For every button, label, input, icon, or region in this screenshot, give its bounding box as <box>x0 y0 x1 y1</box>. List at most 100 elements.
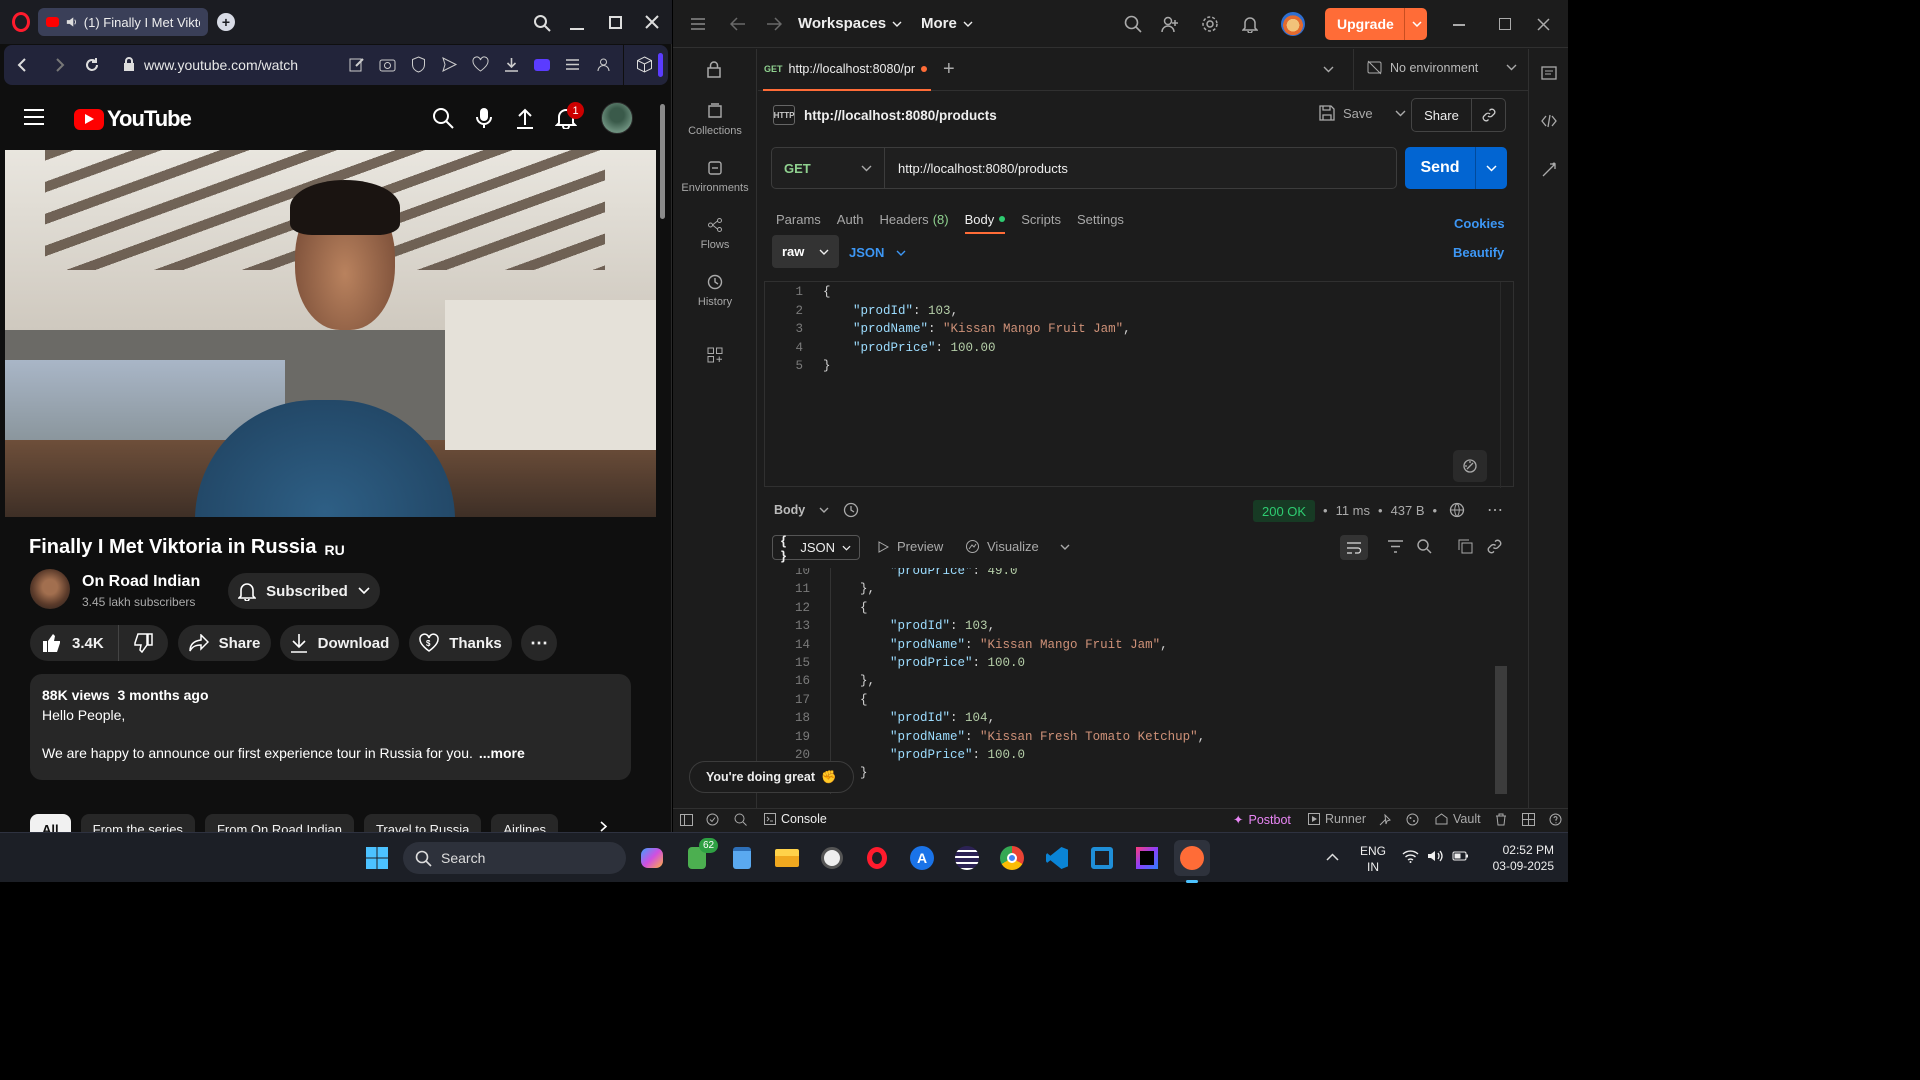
subscribed-button[interactable]: Subscribed <box>228 573 380 609</box>
show-hidden-icons[interactable] <box>1326 853 1339 861</box>
sidebar-lock-icon[interactable] <box>707 61 721 78</box>
help-icon[interactable] <box>1549 813 1562 826</box>
wrap-lines-button[interactable] <box>1340 535 1368 560</box>
nav-back-icon[interactable] <box>730 17 746 31</box>
vscode-icon[interactable] <box>1039 840 1075 876</box>
system-tray-group[interactable] <box>1402 849 1469 863</box>
response-time[interactable]: 11 ms <box>1336 503 1370 518</box>
opera-logo-icon[interactable] <box>12 12 30 32</box>
response-size[interactable]: 437 B <box>1391 503 1425 518</box>
intellij-icon[interactable] <box>1129 840 1165 876</box>
response-more-icon[interactable]: ⋯ <box>1487 500 1503 520</box>
pm-avatar[interactable] <box>1281 12 1305 36</box>
youtube-logo[interactable]: YouTube <box>74 106 192 132</box>
request-tab[interactable]: GET http://localhost:8080/pr <box>763 49 931 91</box>
new-request-tab-button[interactable]: + <box>943 58 955 81</box>
more-menu[interactable]: More <box>921 15 973 32</box>
chevron-down-icon[interactable] <box>1060 544 1070 550</box>
chip-all[interactable]: All <box>30 814 71 832</box>
tab-list-chevron-icon[interactable] <box>1323 66 1334 73</box>
search-tabs-icon[interactable] <box>533 14 551 32</box>
request-body-editor[interactable]: 1{2 "prodId": 103, 3 "prodName": "Kissan … <box>764 281 1514 488</box>
speaker-icon[interactable] <box>65 15 78 29</box>
response-history-icon[interactable] <box>843 502 859 518</box>
response-link-icon[interactable] <box>1487 539 1502 554</box>
start-button[interactable] <box>359 840 395 876</box>
environment-selector[interactable]: No environment <box>1367 60 1517 75</box>
sidebar-collections[interactable]: Collections <box>673 103 757 137</box>
toggle-sidebar-icon[interactable] <box>680 814 693 826</box>
copy-link-icon[interactable] <box>1471 99 1505 131</box>
maximize-button[interactable] <box>609 16 622 29</box>
find-replace-icon[interactable] <box>734 813 747 826</box>
back-icon[interactable] <box>16 58 28 72</box>
tab-auth[interactable]: Auth <box>837 212 864 227</box>
request-url-input[interactable] <box>885 160 1396 176</box>
upgrade-button[interactable]: Upgrade <box>1325 8 1427 40</box>
download-button[interactable]: Download <box>280 625 399 661</box>
tab-settings[interactable]: Settings <box>1077 212 1124 227</box>
app-menu-icon[interactable] <box>691 18 705 30</box>
pm-close-button[interactable] <box>1537 18 1550 31</box>
chrome-icon[interactable] <box>994 840 1030 876</box>
chip-airlines[interactable]: Airlines <box>491 814 559 832</box>
response-scrollbar-thumb[interactable] <box>1495 666 1507 794</box>
file-explorer-icon[interactable] <box>769 840 805 876</box>
trash-icon[interactable] <box>1495 813 1507 826</box>
workspaces-menu[interactable]: Workspaces <box>798 15 902 32</box>
eclipse-icon[interactable] <box>949 840 985 876</box>
postbot-button[interactable]: ✦ Postbot <box>1233 812 1291 828</box>
tab-headers[interactable]: Headers (8) <box>880 212 949 227</box>
tab-body[interactable]: Body <box>964 212 1006 234</box>
new-tab-button[interactable]: + <box>217 13 235 31</box>
online-status-icon[interactable] <box>706 813 719 826</box>
preview-tab[interactable]: Preview <box>878 539 943 554</box>
taskbar-search-box[interactable]: Search <box>403 842 626 874</box>
menu-lines-icon[interactable] <box>564 56 581 73</box>
pm-search-icon[interactable] <box>1124 15 1142 33</box>
download-icon[interactable] <box>503 56 520 73</box>
tab-scripts[interactable]: Scripts <box>1021 212 1061 227</box>
chip-next-icon[interactable] <box>600 821 608 832</box>
chip-travel-russia[interactable]: Travel to Russia <box>363 814 482 832</box>
body-mode-select[interactable]: raw <box>772 235 839 268</box>
response-search-icon[interactable] <box>1417 539 1432 554</box>
send-icon[interactable] <box>441 56 458 73</box>
network-globe-icon[interactable] <box>1449 502 1465 518</box>
notepad-icon[interactable] <box>724 840 760 876</box>
invite-user-icon[interactable] <box>1161 15 1179 33</box>
like-button[interactable]: 3.4K <box>30 625 119 661</box>
postman-taskbar-icon[interactable] <box>1174 840 1210 883</box>
edit-icon[interactable] <box>348 56 365 73</box>
user-avatar[interactable] <box>601 102 633 134</box>
beautify-link[interactable]: Beautify <box>1453 245 1504 260</box>
copilot-icon[interactable] <box>634 840 670 876</box>
chevron-down-icon[interactable] <box>1395 110 1406 117</box>
tab-params[interactable]: Params <box>776 212 821 227</box>
sidebar-flows[interactable]: Flows <box>673 217 757 251</box>
channel-name[interactable]: On Road Indian <box>82 573 200 591</box>
virtualbox-icon[interactable] <box>1084 840 1120 876</box>
filter-icon[interactable] <box>1388 540 1403 553</box>
cookies-status-icon[interactable] <box>1406 813 1419 826</box>
cookies-link[interactable]: Cookies <box>1454 216 1505 231</box>
sidebar-environments[interactable]: Environments <box>673 160 757 194</box>
scrollbar-thumb[interactable] <box>660 104 665 219</box>
channel-avatar[interactable] <box>30 569 70 609</box>
thanks-button[interactable]: $ Thanks <box>409 625 512 661</box>
app-store-icon[interactable]: A <box>904 840 940 876</box>
forward-icon[interactable] <box>54 58 66 72</box>
dislike-button[interactable] <box>119 625 167 661</box>
settings-gear-icon[interactable] <box>1201 15 1219 33</box>
url-input[interactable] <box>144 54 344 76</box>
layout-icon[interactable] <box>1522 813 1535 826</box>
opera-taskbar-icon[interactable] <box>859 840 895 876</box>
send-dropdown-icon[interactable] <box>1475 147 1507 189</box>
code-icon[interactable] <box>1541 114 1557 128</box>
close-window-button[interactable] <box>645 15 659 29</box>
clock[interactable]: 02:52 PM 03-09-2025 <box>1474 842 1554 874</box>
extension-icon[interactable] <box>534 58 550 71</box>
chip-from-series[interactable]: From the series <box>80 814 195 832</box>
heart-icon[interactable] <box>472 56 489 73</box>
yt-search-icon[interactable] <box>432 107 454 129</box>
